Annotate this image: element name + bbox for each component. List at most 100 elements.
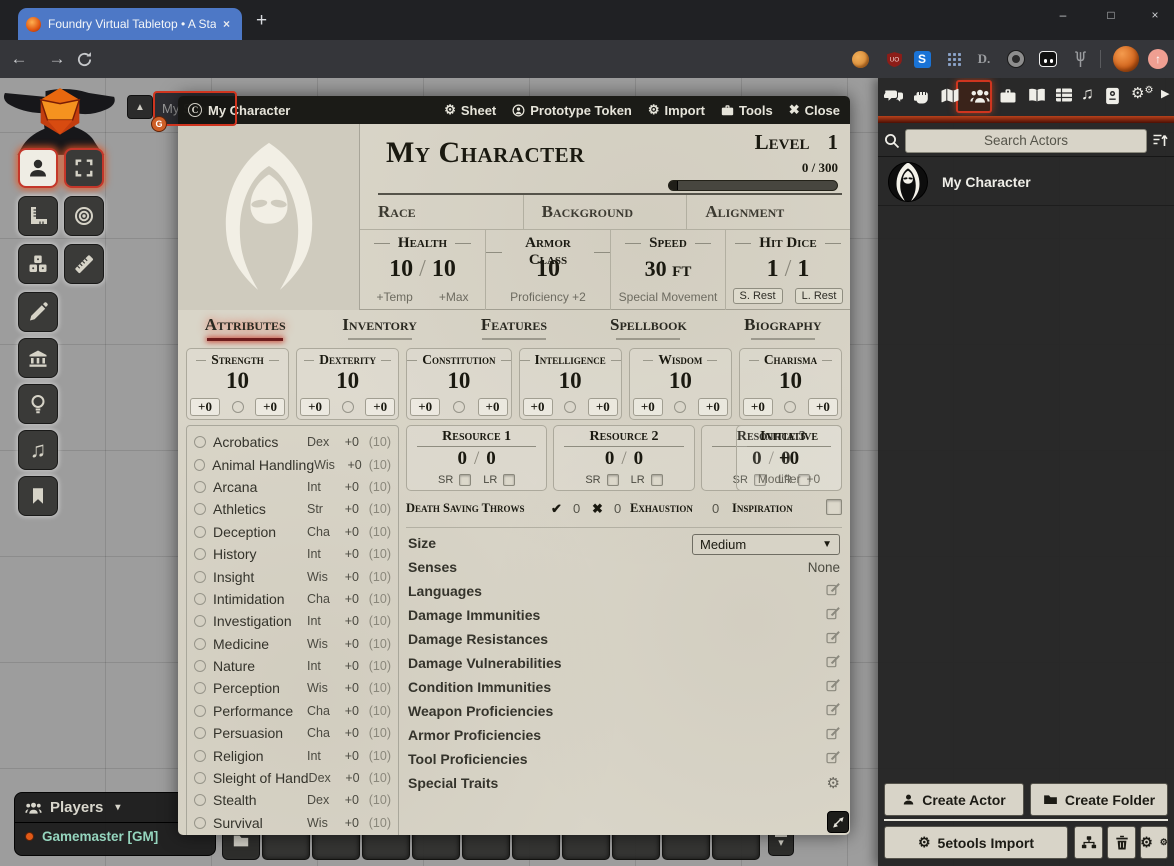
skill-proficiency-radio[interactable] [194, 481, 206, 493]
special-traits-config-icon[interactable]: ⚙ [827, 774, 840, 792]
short-rest-checkbox[interactable] [607, 474, 619, 486]
window-close-button[interactable]: × [1138, 2, 1172, 28]
target-tokens-tool[interactable] [64, 196, 104, 236]
ability-check-mod[interactable]: +0 [588, 398, 618, 416]
5etools-import-button[interactable]: ⚙ 5etools Import [884, 826, 1068, 859]
skill-proficiency-radio[interactable] [194, 593, 206, 605]
skill-row[interactable]: Intimidation Cha +0 (10) [190, 588, 395, 610]
eyes-box-extension-icon[interactable] [1032, 40, 1064, 78]
ability-block[interactable]: Wisdom 10 +0 +0 [629, 348, 732, 420]
detail-field[interactable]: Race [360, 195, 523, 229]
ability-block[interactable]: Dexterity 10 +0 +0 [296, 348, 399, 420]
death-failure-icon[interactable]: ✖ [592, 501, 603, 517]
skill-row[interactable]: Investigation Int +0 (10) [190, 610, 395, 632]
skill-row[interactable]: Performance Cha +0 (10) [190, 700, 395, 722]
skill-row[interactable]: Sleight of Hand Dex +0 (10) [190, 767, 395, 789]
sheet-config-button[interactable]: ⚙Sheet [444, 102, 496, 118]
d-extension-icon[interactable]: D. [968, 40, 1000, 78]
ability-block[interactable]: Strength 10 +0 +0 [186, 348, 289, 420]
create-folder-button[interactable]: Create Folder [1030, 783, 1168, 816]
tab-combat-tracker[interactable] [912, 87, 929, 106]
skill-proficiency-radio[interactable] [194, 772, 206, 784]
inspiration-checkbox[interactable] [826, 499, 842, 515]
tab-items[interactable] [999, 87, 1017, 104]
wall-controls-tool[interactable] [18, 338, 58, 378]
folder-tree-button[interactable] [1074, 826, 1103, 859]
skill-proficiency-radio[interactable] [194, 548, 206, 560]
skill-row[interactable]: Persuasion Cha +0 (10) [190, 722, 395, 744]
edit-trait-icon[interactable] [826, 678, 840, 692]
proficiency-radio[interactable] [784, 401, 796, 413]
fork-extension-icon[interactable] [1064, 40, 1096, 78]
resource-block[interactable]: Resource 1 0/0 SRLR [406, 425, 547, 491]
proficiency-radio[interactable] [674, 401, 686, 413]
import-button[interactable]: ⚙Import [648, 102, 705, 118]
edit-trait-icon[interactable] [826, 750, 840, 764]
edit-trait-icon[interactable] [826, 726, 840, 740]
back-icon[interactable]: ← [0, 49, 38, 69]
skill-row[interactable]: History Int +0 (10) [190, 543, 395, 565]
browser-tab[interactable]: Foundry Virtual Tabletop • A Stan × [18, 8, 242, 40]
edit-trait-icon[interactable] [826, 702, 840, 716]
death-success-icon[interactable]: ✔ [551, 501, 562, 517]
delete-button[interactable] [1107, 826, 1136, 859]
tab-compendium[interactable] [1105, 87, 1120, 105]
long-rest-checkbox[interactable] [651, 474, 663, 486]
ability-save-mod[interactable]: +0 [633, 398, 663, 416]
detail-field[interactable]: Background [523, 195, 687, 229]
sound-controls-tool[interactable]: ♫ [18, 430, 58, 470]
resource-block[interactable]: Resource 2 0/0 SRLR [553, 425, 694, 491]
skill-row[interactable]: Acrobatics Dex +0 (10) [190, 431, 395, 453]
token-controls-tool[interactable] [18, 148, 58, 188]
ability-save-mod[interactable]: +0 [523, 398, 553, 416]
tab-chat[interactable] [884, 87, 904, 105]
sort-icon[interactable] [1152, 133, 1168, 148]
ability-save-mod[interactable]: +0 [410, 398, 440, 416]
long-rest-button[interactable]: L. Rest [795, 288, 844, 304]
actor-avatar[interactable] [888, 162, 928, 202]
window-maximize-button[interactable]: □ [1094, 2, 1128, 28]
skill-row[interactable]: Medicine Wis +0 (10) [190, 633, 395, 655]
configure-button[interactable]: ⚙⚙ [1140, 826, 1168, 859]
ability-block[interactable]: Intelligence 10 +0 +0 [519, 348, 622, 420]
forward-icon[interactable]: → [38, 49, 76, 69]
sheet-tab[interactable]: Spellbook [581, 315, 715, 345]
ability-value[interactable]: 10 [740, 368, 841, 393]
skill-proficiency-radio[interactable] [194, 660, 206, 672]
skill-proficiency-radio[interactable] [194, 571, 206, 583]
skill-proficiency-radio[interactable] [194, 727, 206, 739]
tools-button[interactable]: Tools [721, 102, 773, 118]
death-success-count[interactable]: 0 [573, 501, 580, 516]
xp-value[interactable]: 0 / 300 [802, 160, 838, 176]
skill-row[interactable]: Religion Int +0 (10) [190, 744, 395, 766]
skill-row[interactable]: Stealth Dex +0 (10) [190, 789, 395, 811]
character-name[interactable]: My Character [386, 136, 585, 170]
proficiency-radio[interactable] [453, 401, 465, 413]
ability-check-mod[interactable]: +0 [255, 398, 285, 416]
skill-row[interactable]: Deception Cha +0 (10) [190, 521, 395, 543]
search-input[interactable] [905, 129, 1147, 153]
skill-row[interactable]: Perception Wis +0 (10) [190, 677, 395, 699]
skill-proficiency-radio[interactable] [194, 459, 205, 471]
edit-trait-icon[interactable] [826, 654, 840, 668]
hit-dice-block[interactable]: Hit Dice 1/1 S. Rest L. Rest [725, 230, 850, 310]
tile-controls-tool[interactable] [18, 244, 58, 284]
initiative-block[interactable]: Initiative +0 Modifier+0 [736, 425, 842, 491]
tab-playlists[interactable]: ♫ [1081, 85, 1094, 102]
health-block[interactable]: Health 10/10 +Temp+Max [360, 230, 485, 310]
ability-block[interactable]: Constitution 10 +0 +0 [406, 348, 511, 420]
sheet-tab[interactable]: Attributes [178, 315, 312, 345]
sheet-tab[interactable]: Inventory [312, 315, 446, 345]
tab-rollable-tables[interactable] [1055, 87, 1073, 103]
skill-proficiency-radio[interactable] [194, 750, 206, 762]
short-rest-checkbox[interactable] [459, 474, 471, 486]
special-movement-link[interactable]: Special Movement [619, 290, 718, 304]
ability-value[interactable]: 10 [297, 368, 398, 393]
long-rest-checkbox[interactable] [503, 474, 515, 486]
edit-trait-icon[interactable] [826, 606, 840, 620]
ability-value[interactable]: 10 [407, 368, 510, 393]
tab-actors[interactable] [970, 88, 990, 104]
skill-proficiency-radio[interactable] [194, 817, 206, 829]
skill-proficiency-radio[interactable] [194, 615, 206, 627]
upload-circle-icon[interactable]: ↑ [1142, 40, 1174, 78]
